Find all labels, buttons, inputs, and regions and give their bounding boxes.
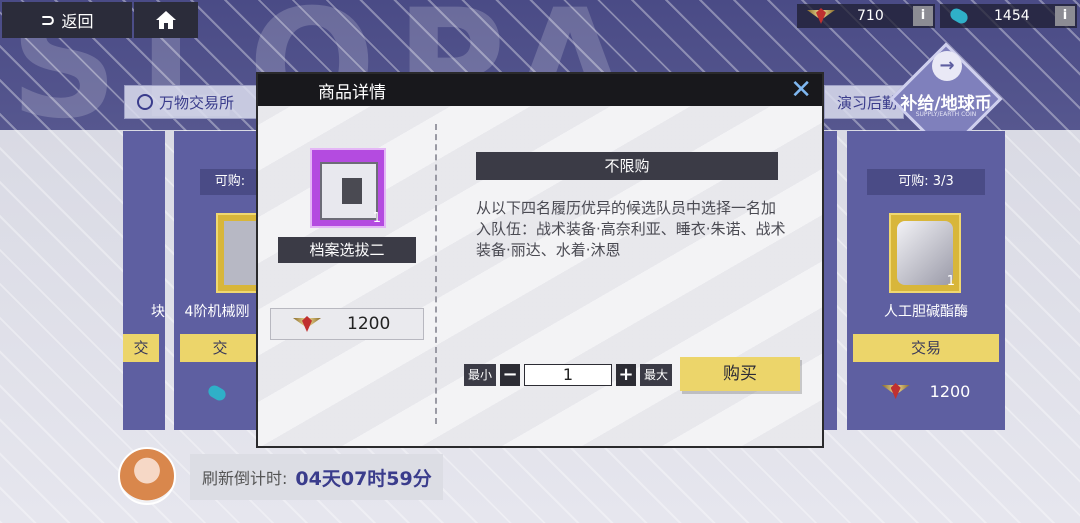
divider [435,124,437,424]
medal-info-button[interactable]: i [913,6,933,26]
tab-market-label: 万物交易所 [159,93,235,112]
buy-button[interactable]: 购买 [680,357,800,391]
qty-max-button[interactable]: 最大 [640,364,673,386]
mech-part-icon [224,221,258,285]
refresh-countdown: 刷新倒计时: 04天07时59分 [190,454,443,500]
card-stock: 可购: [200,169,260,195]
card-name: 人工胆碱酯酶 [884,304,968,320]
medal-resource: 710 i [797,4,935,28]
back-icon: ⊃ [40,9,56,31]
card-item-frame [216,213,260,293]
dialog-title: 商品详情 [318,83,386,103]
qty-input[interactable]: 1 [524,364,613,386]
item-icon: 1 [310,148,386,228]
back-label: 返回 [61,12,94,31]
qty-minus-button[interactable]: − [500,364,521,386]
home-icon [156,11,176,29]
item-cost-value: 1200 [347,314,391,334]
card-item-frame: 1 [889,213,961,293]
item-detail-dialog: 商品详情 ✕ 1 档案选拔二 1200 不限购 从以下四名履历优异的候选队员中选… [256,72,824,448]
avatar[interactable] [118,447,176,505]
trade-button[interactable]: 交易 [853,334,999,362]
home-button[interactable] [134,2,198,38]
item-cost: 1200 [270,308,424,340]
quantity-stepper: 最小 − 1 + 最大 [464,363,673,387]
item-name: 档案选拔二 [278,237,416,263]
purchase-limit-badge: 不限购 [476,152,778,180]
trade-button[interactable]: 交 [123,334,159,362]
qty-min-button[interactable]: 最小 [464,364,497,386]
canister-icon [897,221,953,285]
card-price: 1200 [847,381,1005,401]
shop-card[interactable]: 块 交 [123,131,165,430]
tab-drill-label: 演习后勤 [837,93,898,112]
dialog-body: 1 档案选拔二 1200 不限购 从以下四名履历优异的候选队员中选择一名加入队伍… [258,106,822,446]
card-name: 4阶机械刚 [184,304,250,320]
item-count: 1 [372,211,381,226]
capsule-icon [206,383,228,403]
medal-count: 710 [857,8,884,24]
tab-market[interactable]: 万物交易所 [124,85,264,119]
dialog-header: 商品详情 ✕ [258,74,822,106]
capsule-icon [948,6,970,26]
card-qty: 1 [946,274,955,289]
card-stock: 可购: 3/3 [867,169,985,195]
capsule-resource: 1454 i [940,4,1077,28]
card-name: 块 [151,304,165,320]
capsule-count: 1454 [994,8,1030,24]
supply-sublabel: SUPPLY/EARTH COIN [915,111,977,118]
refresh-time: 04天07时59分 [295,467,432,490]
shop-card[interactable]: 可购: 4阶机械刚 交 [174,131,260,430]
refresh-label: 刷新倒计时: [202,469,288,488]
arrow-right-icon: → [932,51,962,81]
trade-button[interactable]: 交 [180,334,260,362]
medal-icon [293,314,321,334]
shop-card-edge [824,131,837,430]
back-button[interactable]: ⊃ 返回 [2,2,132,38]
archive-box-icon [320,162,378,220]
capsule-info-button[interactable]: i [1055,6,1075,26]
cart-icon [137,94,153,110]
medal-icon [807,6,835,26]
qty-plus-button[interactable]: + [616,364,637,386]
medal-icon [882,381,910,401]
card-price-value: 1200 [929,381,971,401]
close-icon[interactable]: ✕ [790,76,812,104]
item-description: 从以下四名履历优异的候选队员中选择一名加入队伍：战术装备·高奈利亚、睡衣·朱诺、… [476,199,786,259]
shop-card[interactable]: 可购: 3/3 1 人工胆碱酯酶 交易 1200 [847,131,1005,430]
